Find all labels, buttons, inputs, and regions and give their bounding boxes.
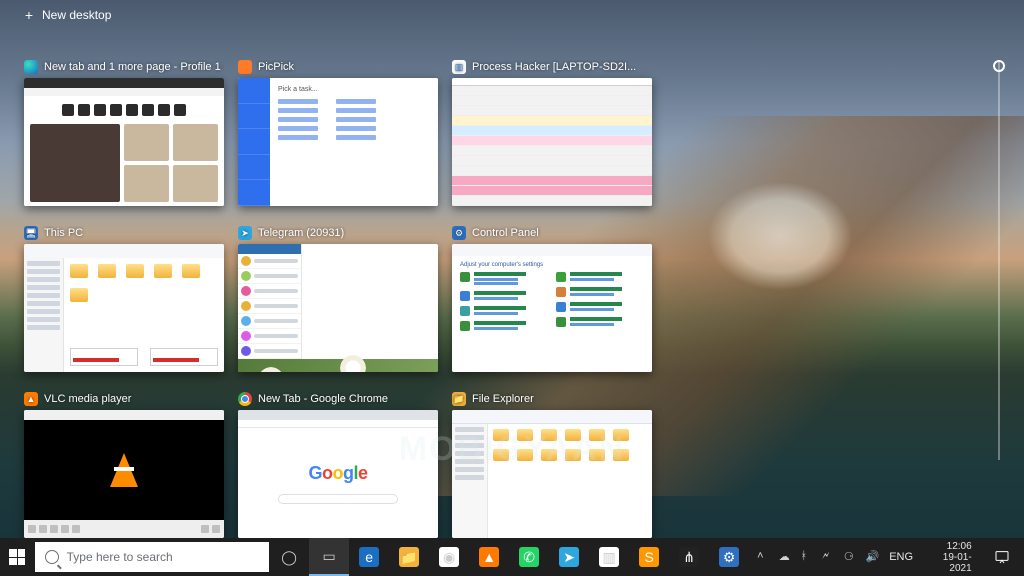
taskbar-apps: ◯ ▭ e 📁 ◉ ▲ ✆ ➤ ▥ S ⋔ ⚙ xyxy=(269,538,749,576)
chrome-icon xyxy=(238,392,252,406)
vlc-cone-icon xyxy=(110,453,138,487)
taskbar-app-chrome[interactable]: ◉ xyxy=(429,538,469,576)
window-process-hacker[interactable]: ▥ Process Hacker [LAPTOP-SD2I... xyxy=(452,60,652,206)
control-panel-icon: ⚙ xyxy=(719,547,739,567)
whatsapp-icon: ✆ xyxy=(519,547,539,567)
window-title: Telegram (20931) xyxy=(258,227,344,239)
taskbar-app-telegram[interactable]: ➤ xyxy=(549,538,589,576)
search-placeholder: Type here to search xyxy=(67,550,173,564)
taskbar-search[interactable]: Type here to search xyxy=(35,542,269,572)
control-panel-icon: ⚙ xyxy=(452,226,466,240)
taskbar-app-vlc[interactable]: ▲ xyxy=(469,538,509,576)
taskbar-app-picpick[interactable]: ⋔ xyxy=(669,538,709,576)
vlc-icon: ▲ xyxy=(24,392,38,406)
action-center-button[interactable] xyxy=(988,538,1016,576)
window-picpick[interactable]: PicPick Pick a task... xyxy=(238,60,438,206)
taskbar-app-explorer[interactable]: 📁 xyxy=(389,538,429,576)
vlc-icon: ▲ xyxy=(479,547,499,567)
tray-language[interactable]: ENG xyxy=(889,551,913,563)
tray-onedrive-icon[interactable]: ☁ xyxy=(779,550,791,564)
system-tray[interactable]: ˄ ☁ ᚼ 🗲 ⚆ 🔊 ENG 12:06 19-01-2021 xyxy=(749,538,1024,576)
task-view-icon: ▭ xyxy=(319,546,339,566)
tray-wifi-icon[interactable]: ⚆ xyxy=(844,550,856,564)
taskbar-app-edge[interactable]: e xyxy=(349,538,389,576)
tray-volume-icon[interactable]: 🔊 xyxy=(865,550,879,564)
process-hacker-icon: ▥ xyxy=(452,60,466,74)
plus-icon: + xyxy=(22,8,36,22)
timeline-knob[interactable] xyxy=(993,60,1005,72)
telegram-icon: ➤ xyxy=(238,226,252,240)
window-title: VLC media player xyxy=(44,393,131,405)
control-panel-heading: Adjust your computer's settings xyxy=(460,262,644,268)
timeline-scrollbar[interactable] xyxy=(998,60,1000,460)
window-control-panel[interactable]: ⚙ Control Panel Adjust your computer's s… xyxy=(452,226,652,372)
windows-logo-icon xyxy=(9,549,25,565)
cortana-icon: ◯ xyxy=(279,547,299,567)
clock-time: 12:06 xyxy=(929,541,972,552)
window-this-pc[interactable]: 🖥 This PC xyxy=(24,226,224,372)
picpick-icon: ⋔ xyxy=(679,547,699,567)
window-title: Control Panel xyxy=(472,227,539,239)
edge-icon: e xyxy=(359,547,379,567)
new-desktop-label: New desktop xyxy=(42,8,111,22)
taskbar: Type here to search ◯ ▭ e 📁 ◉ ▲ ✆ ➤ ▥ S ⋔ ⚙ ˄ ☁ ᚼ 🗲… xyxy=(0,538,1024,576)
window-title: This PC xyxy=(44,227,83,239)
taskbar-app-cortana[interactable]: ◯ xyxy=(269,538,309,576)
taskbar-app-control-panel[interactable]: ⚙ xyxy=(709,538,749,576)
picpick-icon xyxy=(238,60,252,74)
taskbar-app-whatsapp[interactable]: ✆ xyxy=(509,538,549,576)
window-edge[interactable]: New tab and 1 more page - Profile 1 - Mi… xyxy=(24,60,224,206)
new-desktop-button[interactable]: + New desktop xyxy=(22,8,111,22)
taskbar-clock[interactable]: 12:06 19-01-2021 xyxy=(923,541,978,574)
tray-bluetooth-icon[interactable]: ᚼ xyxy=(800,550,812,564)
window-chrome[interactable]: New Tab - Google Chrome Google xyxy=(238,392,438,538)
taskbar-app-task-view[interactable]: ▭ xyxy=(309,538,349,576)
explorer-icon: 📁 xyxy=(399,547,419,567)
tray-chevron-up-icon[interactable]: ˄ xyxy=(757,550,769,564)
taskbar-app-process-hacker[interactable]: ▥ xyxy=(589,538,629,576)
telegram-icon: ➤ xyxy=(559,547,579,567)
sublime-icon: S xyxy=(639,547,659,567)
edge-icon xyxy=(24,60,38,74)
notification-icon xyxy=(994,549,1010,565)
window-title: New tab and 1 more page - Profile 1 - Mi… xyxy=(44,61,224,73)
window-telegram[interactable]: ➤ Telegram (20931) xyxy=(238,226,438,372)
chrome-icon: ◉ xyxy=(439,547,459,567)
window-title: File Explorer xyxy=(472,393,534,405)
window-file-explorer[interactable]: 📁 File Explorer xyxy=(452,392,652,538)
tray-battery-icon[interactable]: 🗲 xyxy=(822,550,834,564)
search-icon xyxy=(45,550,59,564)
window-vlc[interactable]: ▲ VLC media player xyxy=(24,392,224,538)
google-logo: Google xyxy=(308,463,367,484)
this-pc-icon: 🖥 xyxy=(24,226,38,240)
file-explorer-icon: 📁 xyxy=(452,392,466,406)
start-button[interactable] xyxy=(0,538,35,576)
window-title: PicPick xyxy=(258,61,294,73)
window-title: New Tab - Google Chrome xyxy=(258,393,388,405)
process-hacker-icon: ▥ xyxy=(599,547,619,567)
window-title: Process Hacker [LAPTOP-SD2I... xyxy=(472,61,636,73)
taskbar-app-sublime[interactable]: S xyxy=(629,538,669,576)
picpick-heading: Pick a task... xyxy=(278,86,430,93)
task-view-grid: New tab and 1 more page - Profile 1 - Mi… xyxy=(24,60,652,538)
clock-date: 19-01-2021 xyxy=(929,552,972,574)
